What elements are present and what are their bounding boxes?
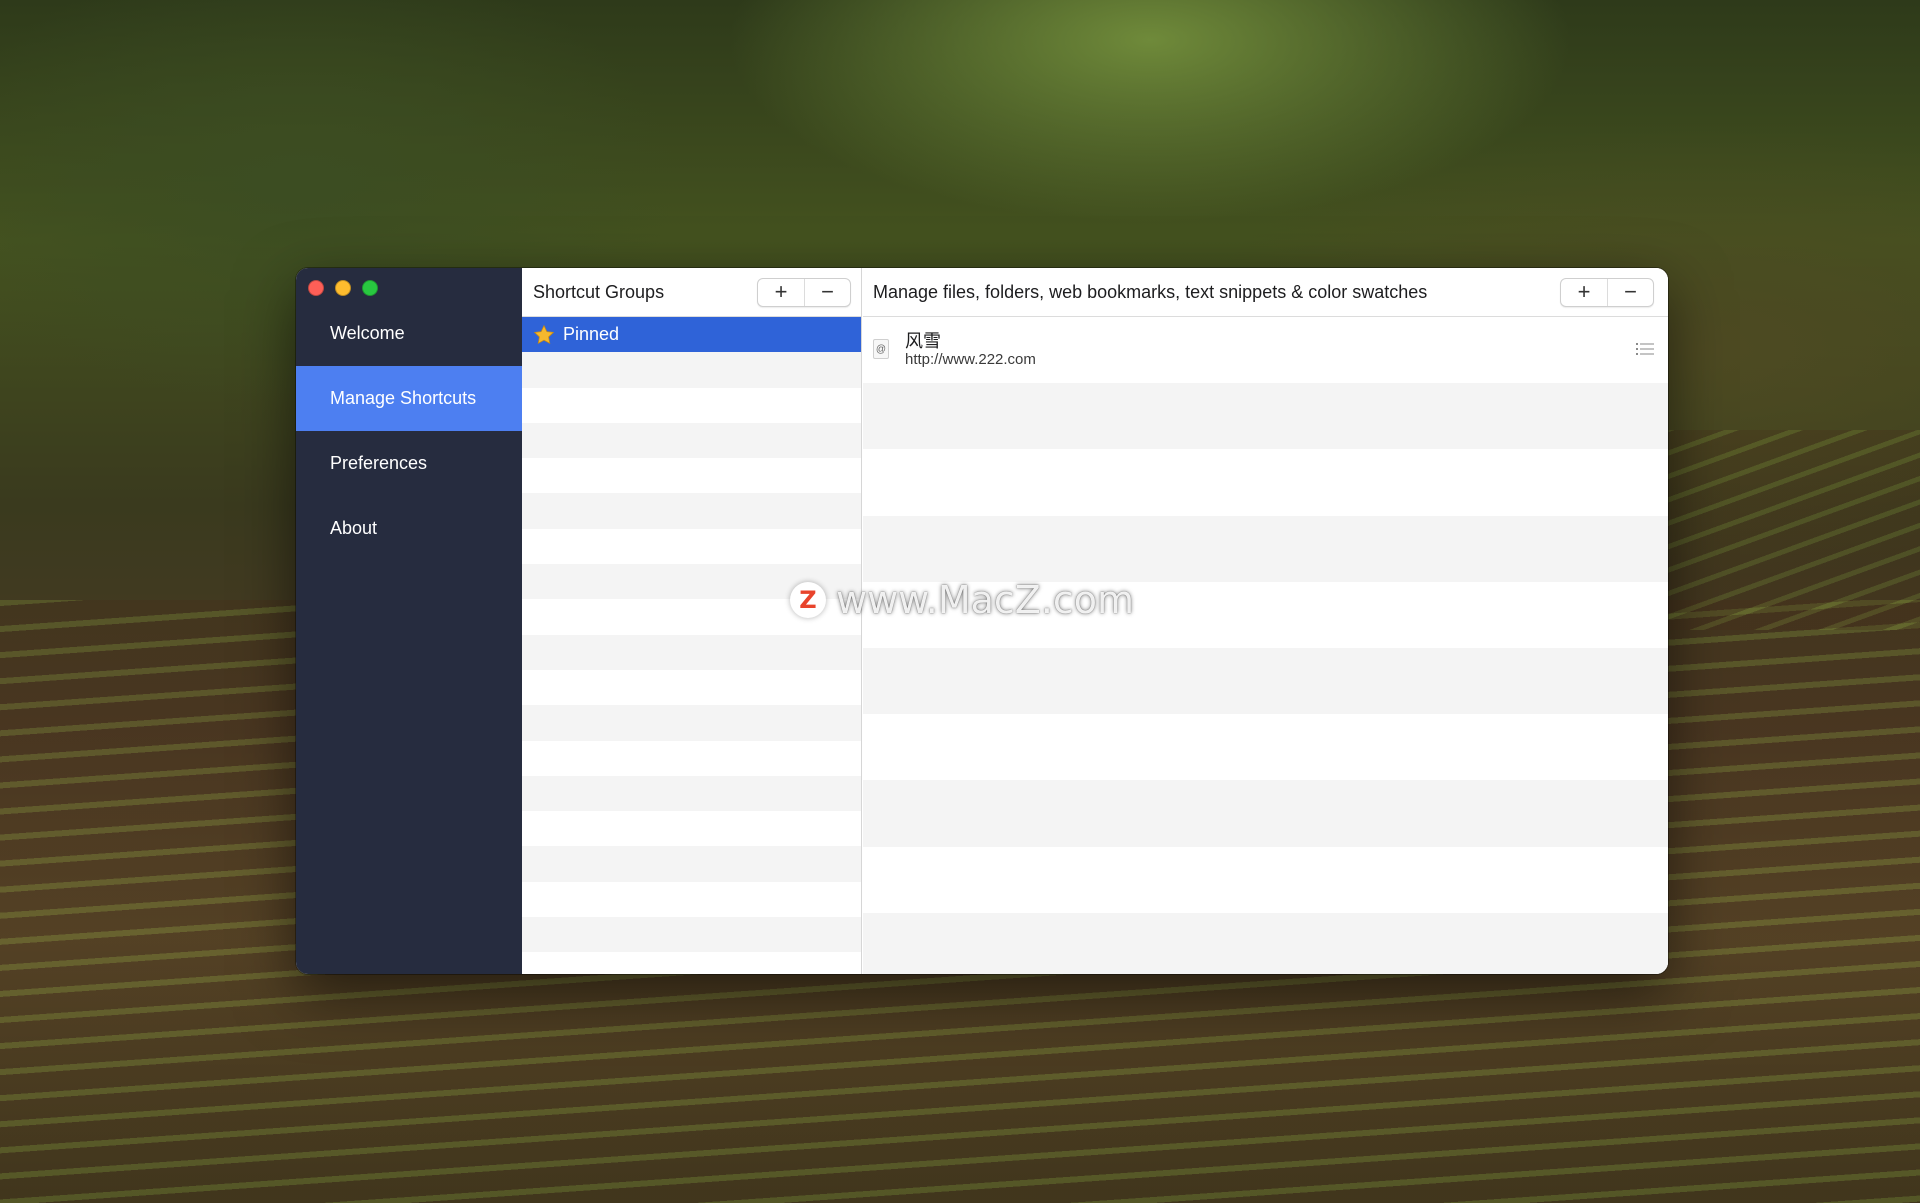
sidebar-item-label: About [330, 518, 378, 538]
minimize-button[interactable] [335, 280, 351, 296]
empty-row [863, 383, 1668, 450]
shortcuts-pane: Manage files, folders, web bookmarks, te… [863, 268, 1668, 974]
empty-row [522, 917, 861, 953]
shortcuts-header: Manage files, folders, web bookmarks, te… [863, 268, 1668, 317]
empty-row [522, 705, 861, 741]
empty-row [863, 647, 1668, 715]
empty-row [522, 775, 861, 812]
empty-row [522, 564, 861, 600]
sidebar-item-welcome[interactable]: Welcome [296, 301, 522, 366]
shortcut-title: 风雪 [905, 331, 941, 351]
groups-list: Pinned [522, 317, 861, 974]
empty-row [522, 741, 861, 776]
empty-row [863, 912, 1668, 974]
add-group-button[interactable]: + [758, 279, 804, 306]
empty-row [863, 449, 1668, 515]
window-controls [308, 280, 378, 296]
group-item-pinned[interactable]: Pinned [522, 317, 861, 353]
shortcuts-list: @ 风雪 http://www.222.com [863, 317, 1668, 974]
shortcut-groups-pane: Shortcut Groups + − Pinned [522, 268, 862, 974]
sidebar: Welcome Manage Shortcuts Preferences Abo… [296, 268, 522, 974]
empty-row [522, 846, 861, 882]
empty-row [522, 529, 861, 564]
shortcut-item[interactable]: @ 风雪 http://www.222.com [863, 317, 1668, 383]
empty-row [522, 352, 861, 388]
group-item-label: Pinned [563, 324, 620, 345]
groups-title: Shortcut Groups [533, 281, 665, 302]
sidebar-item-label: Manage Shortcuts [330, 388, 477, 408]
empty-row [522, 811, 861, 846]
remove-group-button[interactable]: − [804, 278, 850, 306]
star-icon [533, 324, 555, 344]
empty-row [522, 422, 861, 459]
shortcuts-title: Manage files, folders, web bookmarks, te… [873, 281, 1428, 302]
empty-row [863, 847, 1668, 913]
shortcuts-add-remove-control: + − [1560, 277, 1654, 307]
zoom-button[interactable] [362, 280, 378, 296]
groups-header: Shortcut Groups + − [522, 268, 861, 317]
empty-row [522, 634, 861, 670]
desktop-vineyard-side [1660, 430, 1920, 630]
sidebar-item-label: Welcome [330, 323, 405, 343]
empty-row [863, 582, 1668, 648]
empty-row [522, 599, 861, 634]
empty-row [522, 670, 861, 705]
remove-shortcut-button[interactable]: − [1607, 278, 1653, 306]
shortcut-url: http://www.222.com [905, 351, 1036, 368]
empty-row [522, 882, 861, 917]
empty-row [863, 714, 1668, 780]
sidebar-item-about[interactable]: About [296, 496, 522, 561]
groups-add-remove-control: + − [757, 277, 851, 307]
list-menu-icon[interactable] [1636, 341, 1654, 357]
sidebar-item-preferences[interactable]: Preferences [296, 431, 522, 496]
empty-row [863, 780, 1668, 847]
empty-row [522, 493, 861, 529]
sidebar-item-label: Preferences [330, 453, 428, 473]
empty-row [522, 388, 861, 423]
empty-row [522, 458, 861, 493]
app-window: Welcome Manage Shortcuts Preferences Abo… [296, 268, 1668, 974]
sidebar-nav: Welcome Manage Shortcuts Preferences Abo… [296, 301, 522, 561]
close-button[interactable] [308, 280, 324, 296]
add-shortcut-button[interactable]: + [1561, 279, 1607, 306]
web-location-icon: @ [873, 339, 889, 359]
sidebar-item-manage-shortcuts[interactable]: Manage Shortcuts [296, 366, 522, 431]
empty-row [863, 515, 1668, 582]
